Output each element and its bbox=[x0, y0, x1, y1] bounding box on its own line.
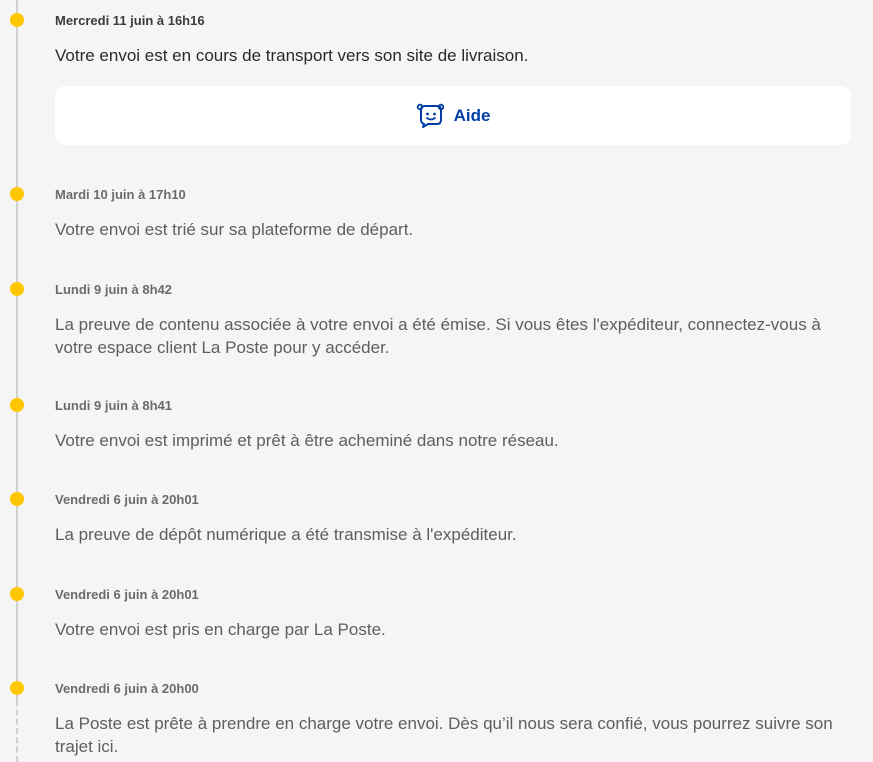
event-date: Mardi 10 juin à 17h10 bbox=[55, 187, 186, 202]
help-button[interactable]: Aide bbox=[55, 86, 851, 145]
timeline-dot bbox=[10, 13, 24, 27]
event-date: Vendredi 6 juin à 20h01 bbox=[55, 587, 199, 602]
chat-bot-icon bbox=[416, 103, 444, 128]
event-description: Votre envoi est pris en charge par La Po… bbox=[55, 620, 386, 639]
timeline-dot bbox=[10, 187, 24, 201]
event-description: Votre envoi est imprimé et prêt à être a… bbox=[55, 431, 559, 450]
event-description: Votre envoi est trié sur sa plateforme d… bbox=[55, 220, 414, 239]
help-button-label: Aide bbox=[453, 105, 491, 125]
event-date: Vendredi 6 juin à 20h00 bbox=[55, 681, 199, 696]
event-description: Votre envoi est en cours de transport ve… bbox=[55, 46, 529, 65]
event-description: La Poste est prête à prendre en charge v… bbox=[55, 714, 833, 756]
event-date: Vendredi 6 juin à 20h01 bbox=[55, 492, 199, 507]
event-date: Mercredi 11 juin à 16h16 bbox=[55, 13, 205, 28]
timeline-dot bbox=[10, 681, 24, 695]
timeline-dot bbox=[10, 398, 24, 412]
timeline-dot bbox=[10, 587, 24, 601]
timeline-rail-dashed bbox=[16, 700, 18, 762]
event-description: La preuve de contenu associée à votre en… bbox=[55, 315, 821, 357]
event-description: La preuve de dépôt numérique a été trans… bbox=[55, 525, 517, 544]
event-date: Lundi 9 juin à 8h42 bbox=[55, 282, 173, 297]
timeline-dot bbox=[10, 492, 24, 506]
event-date: Lundi 9 juin à 8h41 bbox=[55, 398, 173, 413]
tracking-timeline: Mercredi 11 juin à 16h16 Votre envoi est… bbox=[0, 0, 873, 762]
timeline-dot bbox=[10, 282, 24, 296]
